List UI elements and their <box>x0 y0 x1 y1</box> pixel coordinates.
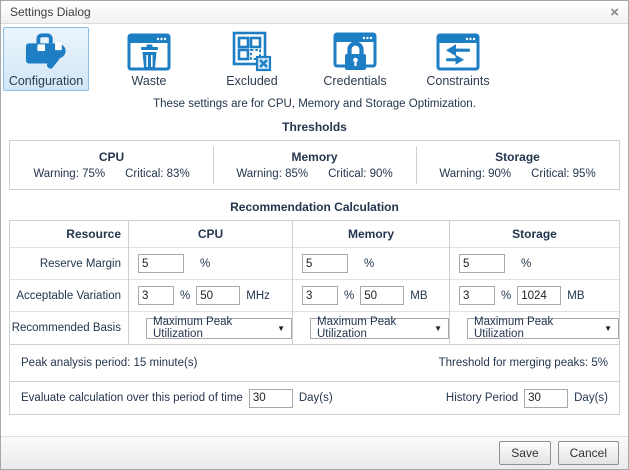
tab-label: Excluded <box>226 74 277 88</box>
threshold-memory-header: Memory <box>291 150 337 164</box>
cpu-header: CPU <box>129 221 292 248</box>
percent-label: % <box>344 290 354 302</box>
memory-unit-label: MB <box>410 290 427 302</box>
tab-label: Credentials <box>323 74 386 88</box>
evaluate-period-input[interactable] <box>249 389 293 408</box>
peak-settings-row: Peak analysis period: 15 minute(s) Thres… <box>10 344 619 381</box>
threshold-storage-header: Storage <box>495 150 540 164</box>
evaluate-period-label: Evaluate calculation over this period of… <box>21 392 243 404</box>
tab-label: Configuration <box>9 74 83 88</box>
cpu-warning-value: Warning: 75% <box>33 168 105 180</box>
recommendation-title: Recommendation Calculation <box>1 200 628 214</box>
cpu-basis-value: Maximum Peak Utilization <box>153 316 277 340</box>
resource-header: Resource <box>10 221 128 248</box>
tab-bar: Configuration Waste <box>1 24 628 93</box>
percent-label: % <box>200 258 210 270</box>
memory-column: Memory % % MB Maximum Peak Utilization ▼ <box>292 221 449 344</box>
threshold-cpu-header: CPU <box>99 150 124 164</box>
storage-critical-value: Critical: 95% <box>531 168 596 180</box>
memory-variation-percent-input[interactable] <box>302 286 338 305</box>
cancel-button[interactable]: Cancel <box>558 441 619 465</box>
memory-critical-value: Critical: 90% <box>328 168 393 180</box>
reserve-margin-label: Reserve Margin <box>10 248 128 280</box>
threshold-column-storage: Storage Warning: 90% Critical: 95% <box>416 141 619 189</box>
storage-warning-value: Warning: 90% <box>439 168 511 180</box>
history-period-label: History Period <box>446 392 518 404</box>
chevron-down-icon: ▼ <box>604 324 612 333</box>
resource-column: Resource Reserve Margin Acceptable Varia… <box>10 221 128 344</box>
dialog-footer: Save Cancel <box>1 436 628 469</box>
waste-icon <box>127 31 171 73</box>
acceptable-variation-label: Acceptable Variation <box>10 280 128 312</box>
history-period-input[interactable] <box>524 389 568 408</box>
percent-label: % <box>521 258 531 270</box>
constraints-icon <box>436 31 480 73</box>
cpu-reserve-margin-input[interactable] <box>138 254 184 273</box>
memory-warning-value: Warning: 85% <box>236 168 308 180</box>
storage-basis-select[interactable]: Maximum Peak Utilization ▼ <box>467 318 619 339</box>
history-period-unit: Day(s) <box>574 392 608 404</box>
intro-text: These settings are for CPU, Memory and S… <box>1 98 628 110</box>
storage-header: Storage <box>450 221 619 248</box>
tab-label: Waste <box>132 74 167 88</box>
save-button[interactable]: Save <box>499 441 550 465</box>
chevron-down-icon: ▼ <box>277 324 285 333</box>
storage-reserve-margin-input[interactable] <box>459 254 505 273</box>
recommended-basis-label: Recommended Basis <box>10 312 128 344</box>
storage-unit-label: MB <box>567 290 584 302</box>
storage-variation-absolute-input[interactable] <box>517 286 561 305</box>
percent-label: % <box>501 290 511 302</box>
cpu-unit-label: MHz <box>246 290 270 302</box>
storage-variation-percent-input[interactable] <box>459 286 495 305</box>
cpu-variation-absolute-input[interactable] <box>196 286 240 305</box>
tab-label: Constraints <box>426 74 489 88</box>
peak-analysis-period-text: Peak analysis period: 15 minute(s) <box>21 357 197 369</box>
close-icon[interactable]: × <box>610 5 619 20</box>
memory-basis-select[interactable]: Maximum Peak Utilization ▼ <box>310 318 449 339</box>
storage-basis-value: Maximum Peak Utilization <box>474 316 604 340</box>
evaluation-settings-row: Evaluate calculation over this period of… <box>10 381 619 414</box>
memory-reserve-margin-input[interactable] <box>302 254 348 273</box>
storage-column: Storage % % MB Maximum Peak Utilization … <box>449 221 619 344</box>
tab-constraints[interactable]: Constraints <box>415 27 501 91</box>
memory-basis-value: Maximum Peak Utilization <box>317 316 434 340</box>
tab-configuration[interactable]: Configuration <box>3 27 89 91</box>
threshold-column-memory: Memory Warning: 85% Critical: 90% <box>213 141 416 189</box>
memory-variation-absolute-input[interactable] <box>360 286 404 305</box>
cpu-column: CPU % % MHz Maximum Peak Utilization ▼ <box>128 221 292 344</box>
tab-waste[interactable]: Waste <box>106 27 192 91</box>
merge-threshold-text: Threshold for merging peaks: 5% <box>439 357 608 369</box>
excluded-icon <box>231 31 273 73</box>
memory-header: Memory <box>293 221 449 248</box>
percent-label: % <box>180 290 190 302</box>
recommendation-table: Resource Reserve Margin Acceptable Varia… <box>9 220 620 415</box>
cpu-basis-select[interactable]: Maximum Peak Utilization ▼ <box>146 318 292 339</box>
tab-excluded[interactable]: Excluded <box>209 27 295 91</box>
tab-credentials[interactable]: Credentials <box>312 27 398 91</box>
thresholds-table: CPU Warning: 75% Critical: 83% Memory Wa… <box>9 140 620 190</box>
cpu-variation-percent-input[interactable] <box>138 286 174 305</box>
settings-dialog: Settings Dialog × Configuration <box>0 0 629 470</box>
percent-label: % <box>364 258 374 270</box>
cpu-critical-value: Critical: 83% <box>125 168 190 180</box>
title-bar: Settings Dialog × <box>1 1 628 24</box>
credentials-icon <box>333 31 377 73</box>
dialog-title: Settings Dialog <box>10 5 91 19</box>
thresholds-title: Thresholds <box>1 120 628 134</box>
threshold-column-cpu: CPU Warning: 75% Critical: 83% <box>10 141 213 189</box>
configuration-icon <box>23 31 69 73</box>
evaluate-period-unit: Day(s) <box>299 392 333 404</box>
chevron-down-icon: ▼ <box>434 324 442 333</box>
